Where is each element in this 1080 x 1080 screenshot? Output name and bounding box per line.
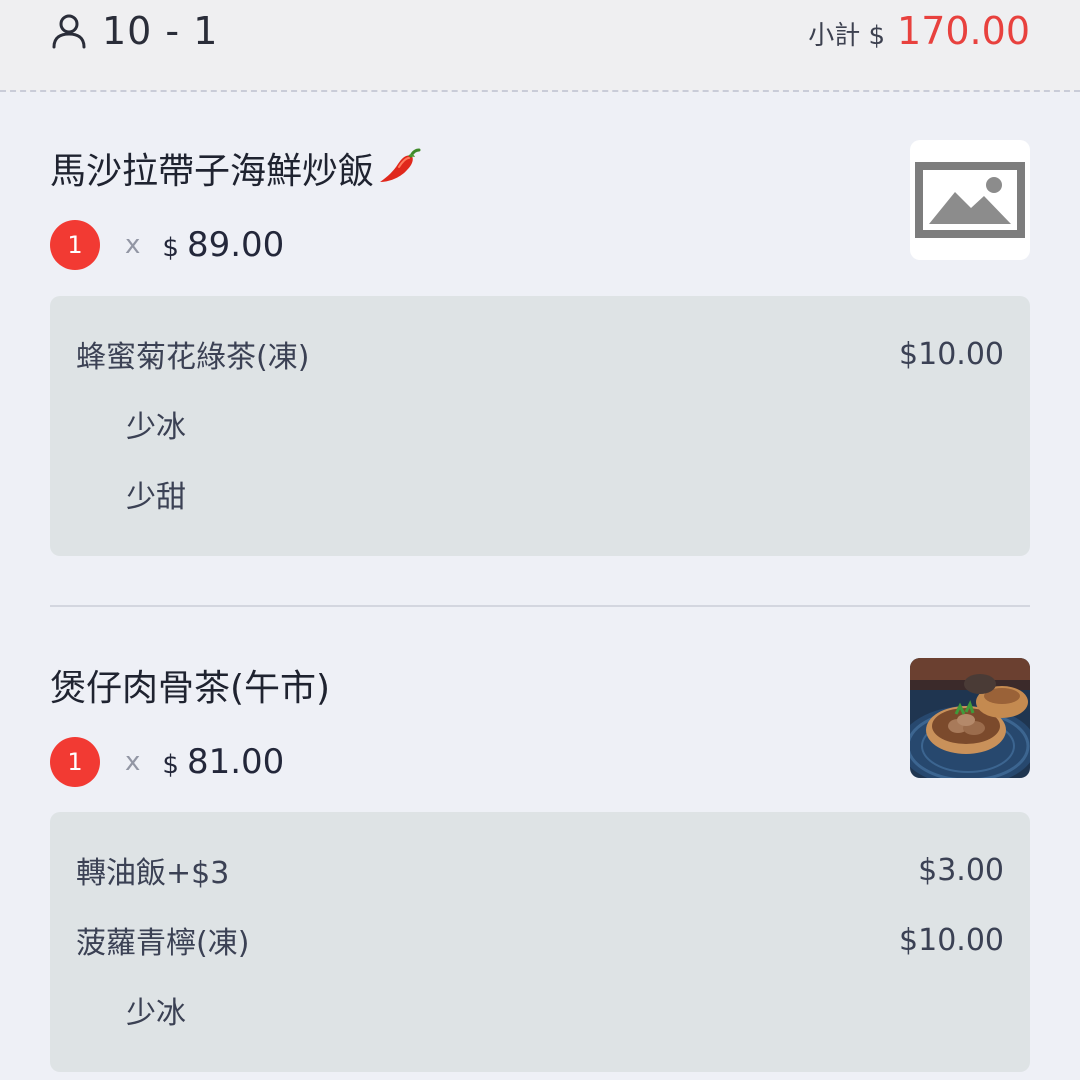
times-sign: x bbox=[125, 747, 141, 777]
unit-price: $81.00 bbox=[162, 742, 284, 782]
order-detail-page: 10 - 1 小計 $ 170.00 馬沙拉帶子海鮮炒飯 1 x $89.00 bbox=[0, 0, 1080, 1080]
quantity-badge: 1 bbox=[50, 220, 100, 270]
subtotal-value: 170.00 bbox=[897, 9, 1030, 53]
item-image[interactable] bbox=[910, 140, 1030, 260]
modifier-label: 少冰 bbox=[126, 996, 186, 1031]
item-options: 蜂蜜菊花綠茶(凍) $10.00 少冰 少甜 bbox=[50, 296, 1030, 556]
person-icon bbox=[52, 14, 86, 49]
chili-pepper-icon bbox=[380, 148, 421, 182]
image-placeholder-icon bbox=[915, 162, 1025, 238]
option-modifier: 少冰 bbox=[126, 990, 1004, 1031]
table-number: 10 - 1 bbox=[102, 9, 219, 53]
item-options: 轉油飯+$3 $3.00 菠蘿青檸(凍) $10.00 少冰 bbox=[50, 812, 1030, 1072]
option-price: $10.00 bbox=[899, 336, 1004, 372]
option-row: 轉油飯+$3 $3.00 bbox=[76, 850, 1004, 892]
item-name: 煲仔肉骨茶(午市) bbox=[50, 659, 330, 711]
option-label: 蜂蜜菊花綠茶(凍) bbox=[76, 340, 310, 375]
quantity-row: 1 x $81.00 bbox=[50, 737, 284, 787]
order-item[interactable]: 馬沙拉帶子海鮮炒飯 1 x $89.00 蜂蜜菊花綠茶(凍) $10.00 少冰… bbox=[50, 140, 1030, 560]
item-name: 馬沙拉帶子海鮮炒飯 bbox=[50, 142, 424, 194]
option-label: 菠蘿青檸(凍) bbox=[76, 926, 250, 961]
subtotal-label: 小計 $ bbox=[808, 20, 886, 51]
times-sign: x bbox=[125, 230, 141, 260]
option-price: $3.00 bbox=[918, 852, 1004, 888]
table-info: 10 - 1 bbox=[50, 6, 218, 56]
unit-price: $89.00 bbox=[162, 225, 284, 265]
option-modifier: 少冰 bbox=[126, 404, 1004, 445]
order-item[interactable]: 煲仔肉骨茶(午市) 1 x $81.00 轉油飯+$3 $3.00 菠蘿青檸(凍… bbox=[50, 657, 1030, 1080]
item-divider bbox=[50, 605, 1030, 607]
price-value: 81.00 bbox=[186, 742, 285, 782]
modifier-label: 少甜 bbox=[126, 480, 186, 515]
modifier-label: 少冰 bbox=[126, 410, 186, 445]
order-header: 10 - 1 小計 $ 170.00 bbox=[0, 0, 1080, 92]
option-modifier: 少甜 bbox=[126, 474, 1004, 515]
bak-kut-teh-photo bbox=[910, 658, 1030, 778]
item-image[interactable] bbox=[910, 658, 1030, 778]
option-price: $10.00 bbox=[899, 922, 1004, 958]
subtotal: 小計 $ 170.00 bbox=[808, 6, 1030, 56]
quantity-badge: 1 bbox=[50, 737, 100, 787]
option-row: 蜂蜜菊花綠茶(凍) $10.00 bbox=[76, 334, 1004, 376]
currency-symbol: $ bbox=[162, 750, 179, 780]
item-name-text: 馬沙拉帶子海鮮炒飯 bbox=[50, 151, 375, 192]
currency-symbol: $ bbox=[162, 233, 179, 263]
quantity-row: 1 x $89.00 bbox=[50, 220, 284, 270]
price-value: 89.00 bbox=[186, 225, 285, 265]
item-name-text: 煲仔肉骨茶(午市) bbox=[50, 668, 331, 709]
option-label: 轉油飯+$3 bbox=[76, 856, 230, 891]
option-row: 菠蘿青檸(凍) $10.00 bbox=[76, 920, 1004, 962]
